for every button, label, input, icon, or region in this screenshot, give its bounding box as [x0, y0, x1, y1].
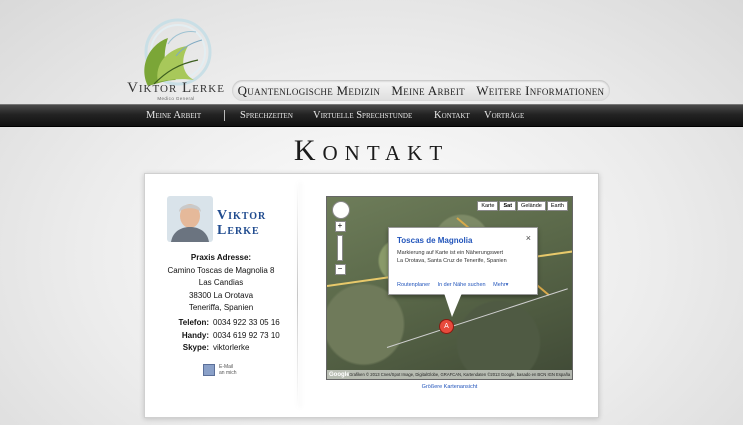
- info-description: Markierung auf Karte ist ein Näherungswe…: [397, 250, 504, 256]
- top-nav-weitere-informationen[interactable]: Weitere Informationen: [476, 83, 604, 99]
- info-window-pointer: [444, 293, 462, 317]
- map-marker-icon[interactable]: A: [439, 319, 454, 334]
- routenplaner-link[interactable]: Routenplaner: [397, 282, 430, 288]
- email-icon: [203, 364, 215, 376]
- sub-nav-kontakt[interactable]: Kontakt: [434, 110, 470, 121]
- map-type-gelaende[interactable]: Gelände: [517, 201, 546, 211]
- map-info-window: Toscas de Magnolia × Markierung auf Kart…: [388, 227, 538, 295]
- info-links: Routenplaner In der Nähe suchen Mehr▾: [397, 282, 514, 288]
- address-line: Las Candias: [198, 278, 244, 287]
- zoom-out-button[interactable]: −: [334, 264, 346, 275]
- zoom-slider[interactable]: [337, 235, 343, 261]
- handy-label: Handy:: [181, 330, 209, 340]
- map-type-earth[interactable]: Earth: [546, 201, 568, 211]
- telefon-value: 0034 922 33 05 16: [213, 318, 280, 327]
- top-nav-quantenlogische-medizin[interactable]: Quantenlogische Medizin: [238, 83, 381, 99]
- more-link[interactable]: Mehr▾: [493, 282, 508, 288]
- map-type-karte[interactable]: Karte: [477, 201, 499, 211]
- address-block: Praxis Adresse: Camino Toscas de Magnoli…: [145, 252, 297, 315]
- sub-nav-virtuelle-sprechstunde[interactable]: Virtuelle Sprechstunde: [313, 110, 412, 121]
- map-attribution: Grafiken © 2013 Cnes/Spot Image, Digital…: [327, 370, 572, 379]
- nearby-search-link[interactable]: In der Nähe suchen: [438, 282, 486, 288]
- address-heading: Praxis Adresse:: [190, 253, 252, 262]
- sub-nav-sprechzeiten[interactable]: Sprechzeiten: [240, 110, 293, 121]
- sub-navigation: Meine Arbeit Sprechzeiten Virtuelle Spre…: [0, 104, 743, 127]
- contact-first-name: Viktor: [217, 208, 267, 223]
- map-type-controls: Karte Sat Gelände Earth: [476, 201, 568, 211]
- card-divider: [297, 182, 298, 408]
- top-navigation: Quantenlogische Medizin Meine Arbeit Wei…: [232, 80, 610, 101]
- top-nav-meine-arbeit[interactable]: Meine Arbeit: [391, 83, 465, 99]
- info-title[interactable]: Toscas de Magnolia: [397, 236, 472, 245]
- google-map[interactable]: + − Karte Sat Gelände Earth Toscas de Ma…: [326, 196, 573, 380]
- contact-details: Telefon: 0034 922 33 05 16 Handy: 0034 619…: [175, 317, 280, 355]
- address-line: Teneriffa, Spanien: [188, 303, 254, 312]
- contact-card: Viktor Lerke Praxis Adresse: Camino Tosc…: [144, 173, 599, 418]
- skype-label: Skype:: [182, 343, 209, 352]
- close-icon[interactable]: ×: [526, 233, 531, 243]
- logo-name: Viktor Lerke: [127, 80, 225, 96]
- email-link[interactable]: E-Mail an mich: [203, 364, 237, 376]
- contact-last-name: Lerke: [217, 223, 260, 238]
- zoom-in-button[interactable]: +: [334, 221, 346, 232]
- info-address: La Orotava, Santa Cruz de Tenerife, Span…: [397, 258, 507, 264]
- contact-name: Viktor Lerke: [217, 208, 297, 238]
- email-sublabel: an mich: [219, 370, 237, 376]
- address-line: 38300 La Orotava: [188, 290, 254, 300]
- sub-nav-meine-arbeit[interactable]: Meine Arbeit: [146, 110, 201, 121]
- map-road: [386, 288, 568, 348]
- map-zoom-controls: + −: [332, 201, 350, 277]
- avatar: [167, 196, 213, 242]
- telefon-label: Telefon:: [178, 318, 209, 327]
- handy-value: 0034 619 92 73 10: [213, 330, 280, 340]
- pan-control[interactable]: [332, 201, 350, 219]
- sub-nav-vortraege[interactable]: Vorträge: [484, 110, 524, 121]
- page-title: Kontakt: [293, 134, 450, 167]
- map-type-sat[interactable]: Sat: [499, 201, 517, 211]
- skype-value: viktorlerke: [213, 343, 250, 352]
- sub-nav-divider: [224, 110, 225, 121]
- logo-subtitle: Medico General: [157, 96, 195, 101]
- address-line: Camino Toscas de Magnolia 8: [167, 265, 275, 275]
- larger-map-link[interactable]: Größere Kartenansicht: [326, 384, 573, 390]
